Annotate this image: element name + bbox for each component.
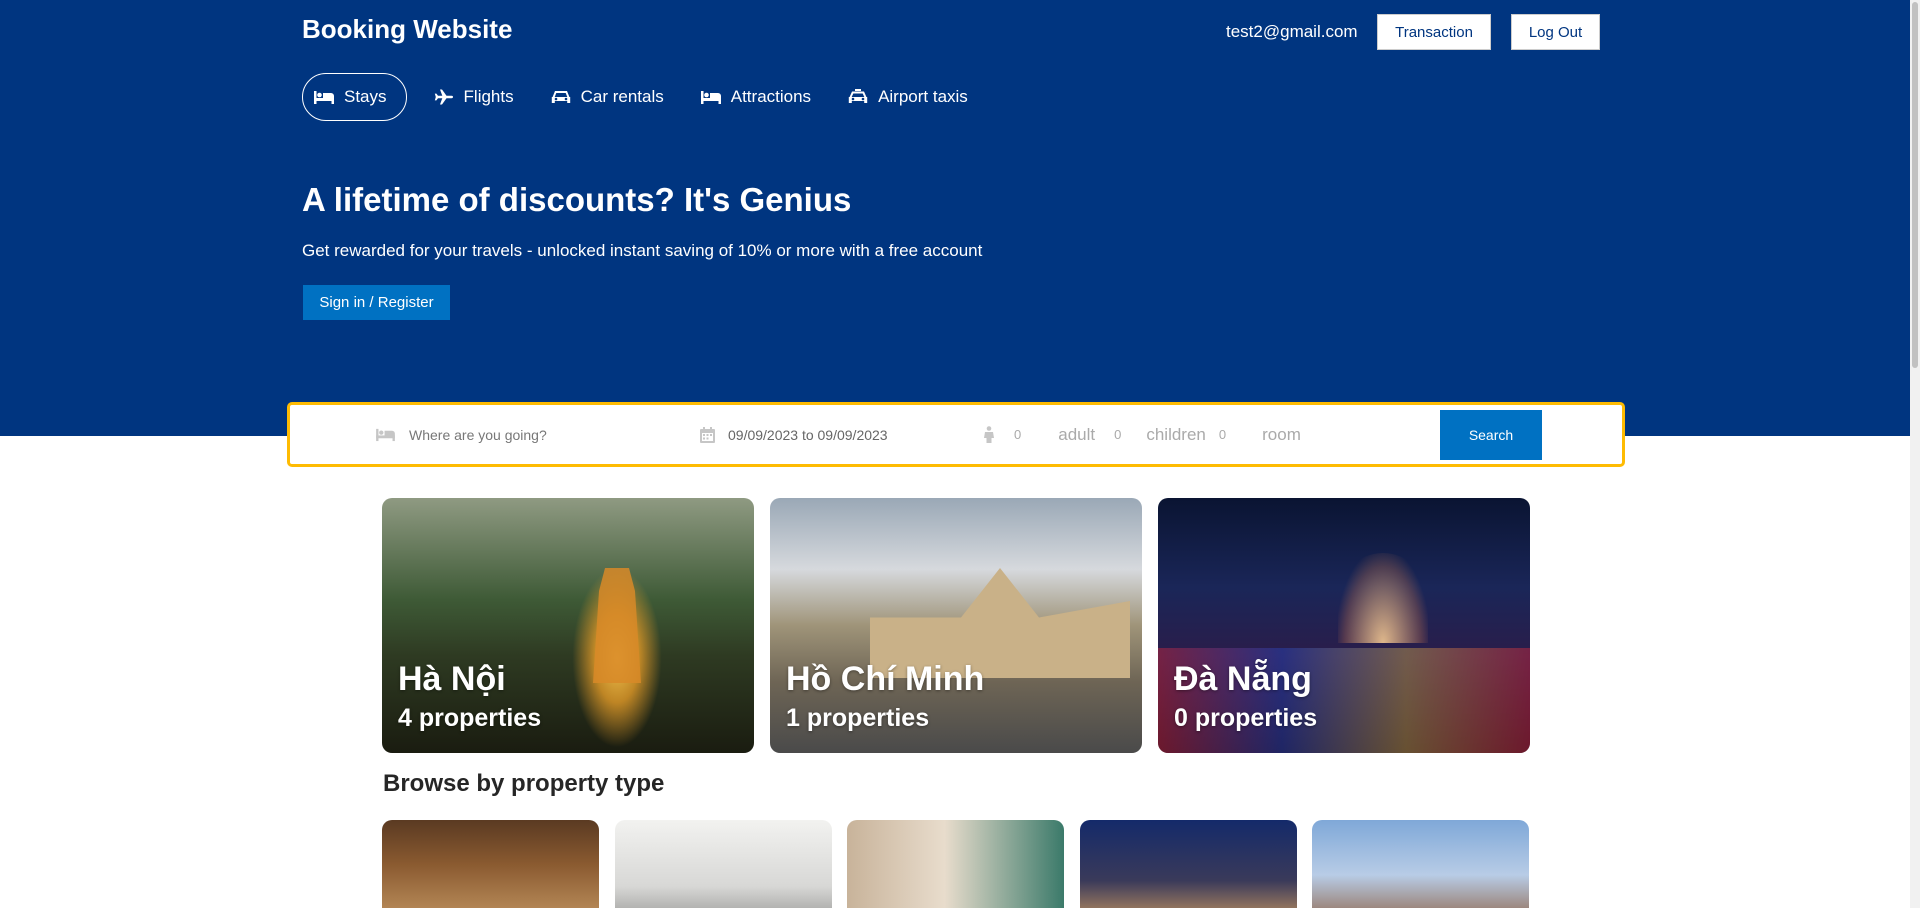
bed-icon <box>314 91 334 104</box>
nav-item-stays[interactable]: Stays <box>302 73 407 121</box>
calendar-icon <box>700 426 715 443</box>
nav-item-car-rentals[interactable]: Car rentals <box>541 73 674 121</box>
property-type-card[interactable] <box>1312 820 1529 908</box>
search-button[interactable]: Search <box>1440 410 1542 460</box>
destination-field[interactable] <box>376 405 629 464</box>
city-card-hochiminh[interactable]: Hồ Chí Minh 1 properties <box>770 498 1142 753</box>
adult-label: adult <box>1058 424 1096 444</box>
taxi-icon <box>848 89 868 103</box>
logout-button[interactable]: Log Out <box>1511 14 1600 50</box>
city-properties: 1 properties <box>786 704 930 732</box>
room-label: room <box>1262 424 1301 444</box>
adult-count[interactable]: 0 <box>1014 427 1021 442</box>
nav-item-label: Stays <box>344 87 387 106</box>
nav-item-flights[interactable]: Flights <box>424 73 524 121</box>
car-icon <box>551 91 570 103</box>
transaction-button[interactable]: Transaction <box>1377 14 1491 50</box>
user-email: test2@gmail.com <box>1226 22 1358 41</box>
city-image-decoration <box>1338 553 1428 643</box>
room-count[interactable]: 0 <box>1219 427 1226 442</box>
signin-register-button[interactable]: Sign in / Register <box>303 285 450 320</box>
brand-logo[interactable]: Booking Website <box>302 14 512 45</box>
scrollbar[interactable] <box>1910 0 1920 908</box>
city-card-danang[interactable]: Đà Nẵng 0 properties <box>1158 498 1530 753</box>
nav-item-label: Attractions <box>730 87 812 106</box>
date-range-text: 09/09/2023 to 09/09/2023 <box>728 426 888 443</box>
search-bar: 09/09/2023 to 09/09/2023 0 adult 0 child… <box>287 402 1625 467</box>
destination-input[interactable] <box>409 426 629 443</box>
plane-icon <box>434 89 453 105</box>
hero-title: A lifetime of discounts? It's Genius <box>302 181 852 218</box>
bed-icon <box>376 428 395 442</box>
city-name: Hà Nội <box>398 660 506 698</box>
nav-item-label: Car rentals <box>580 87 664 106</box>
property-type-card[interactable] <box>382 820 599 908</box>
nav-item-attractions[interactable]: Attractions <box>691 73 821 121</box>
hero-banner <box>0 0 1910 436</box>
bed-icon <box>700 91 721 104</box>
nav-item-airport-taxis[interactable]: Airport taxis <box>838 73 978 121</box>
person-icon <box>984 426 994 443</box>
browse-property-type-title: Browse by property type <box>383 770 665 797</box>
guests-rooms-field[interactable]: 0 adult 0 children 0 room <box>983 405 1301 464</box>
city-name: Đà Nẵng <box>1174 660 1312 698</box>
nav-item-label: Flights <box>463 87 514 106</box>
main-nav: Stays Flights Car rentals Attractions Ai… <box>302 73 995 121</box>
city-properties: 0 properties <box>1174 704 1318 732</box>
city-properties: 4 properties <box>398 704 542 732</box>
city-card-hanoi[interactable]: Hà Nội 4 properties <box>382 498 754 753</box>
city-name: Hồ Chí Minh <box>786 660 985 698</box>
date-range-field[interactable]: 09/09/2023 to 09/09/2023 <box>700 405 888 464</box>
children-label: children <box>1146 424 1206 444</box>
property-type-card[interactable] <box>615 820 832 908</box>
children-count[interactable]: 0 <box>1114 427 1121 442</box>
nav-item-label: Airport taxis <box>878 87 968 106</box>
scrollbar-thumb[interactable] <box>1912 2 1918 368</box>
hero-subtitle: Get rewarded for your travels - unlocked… <box>302 241 983 260</box>
property-type-card[interactable] <box>847 820 1064 908</box>
property-type-card[interactable] <box>1080 820 1297 908</box>
